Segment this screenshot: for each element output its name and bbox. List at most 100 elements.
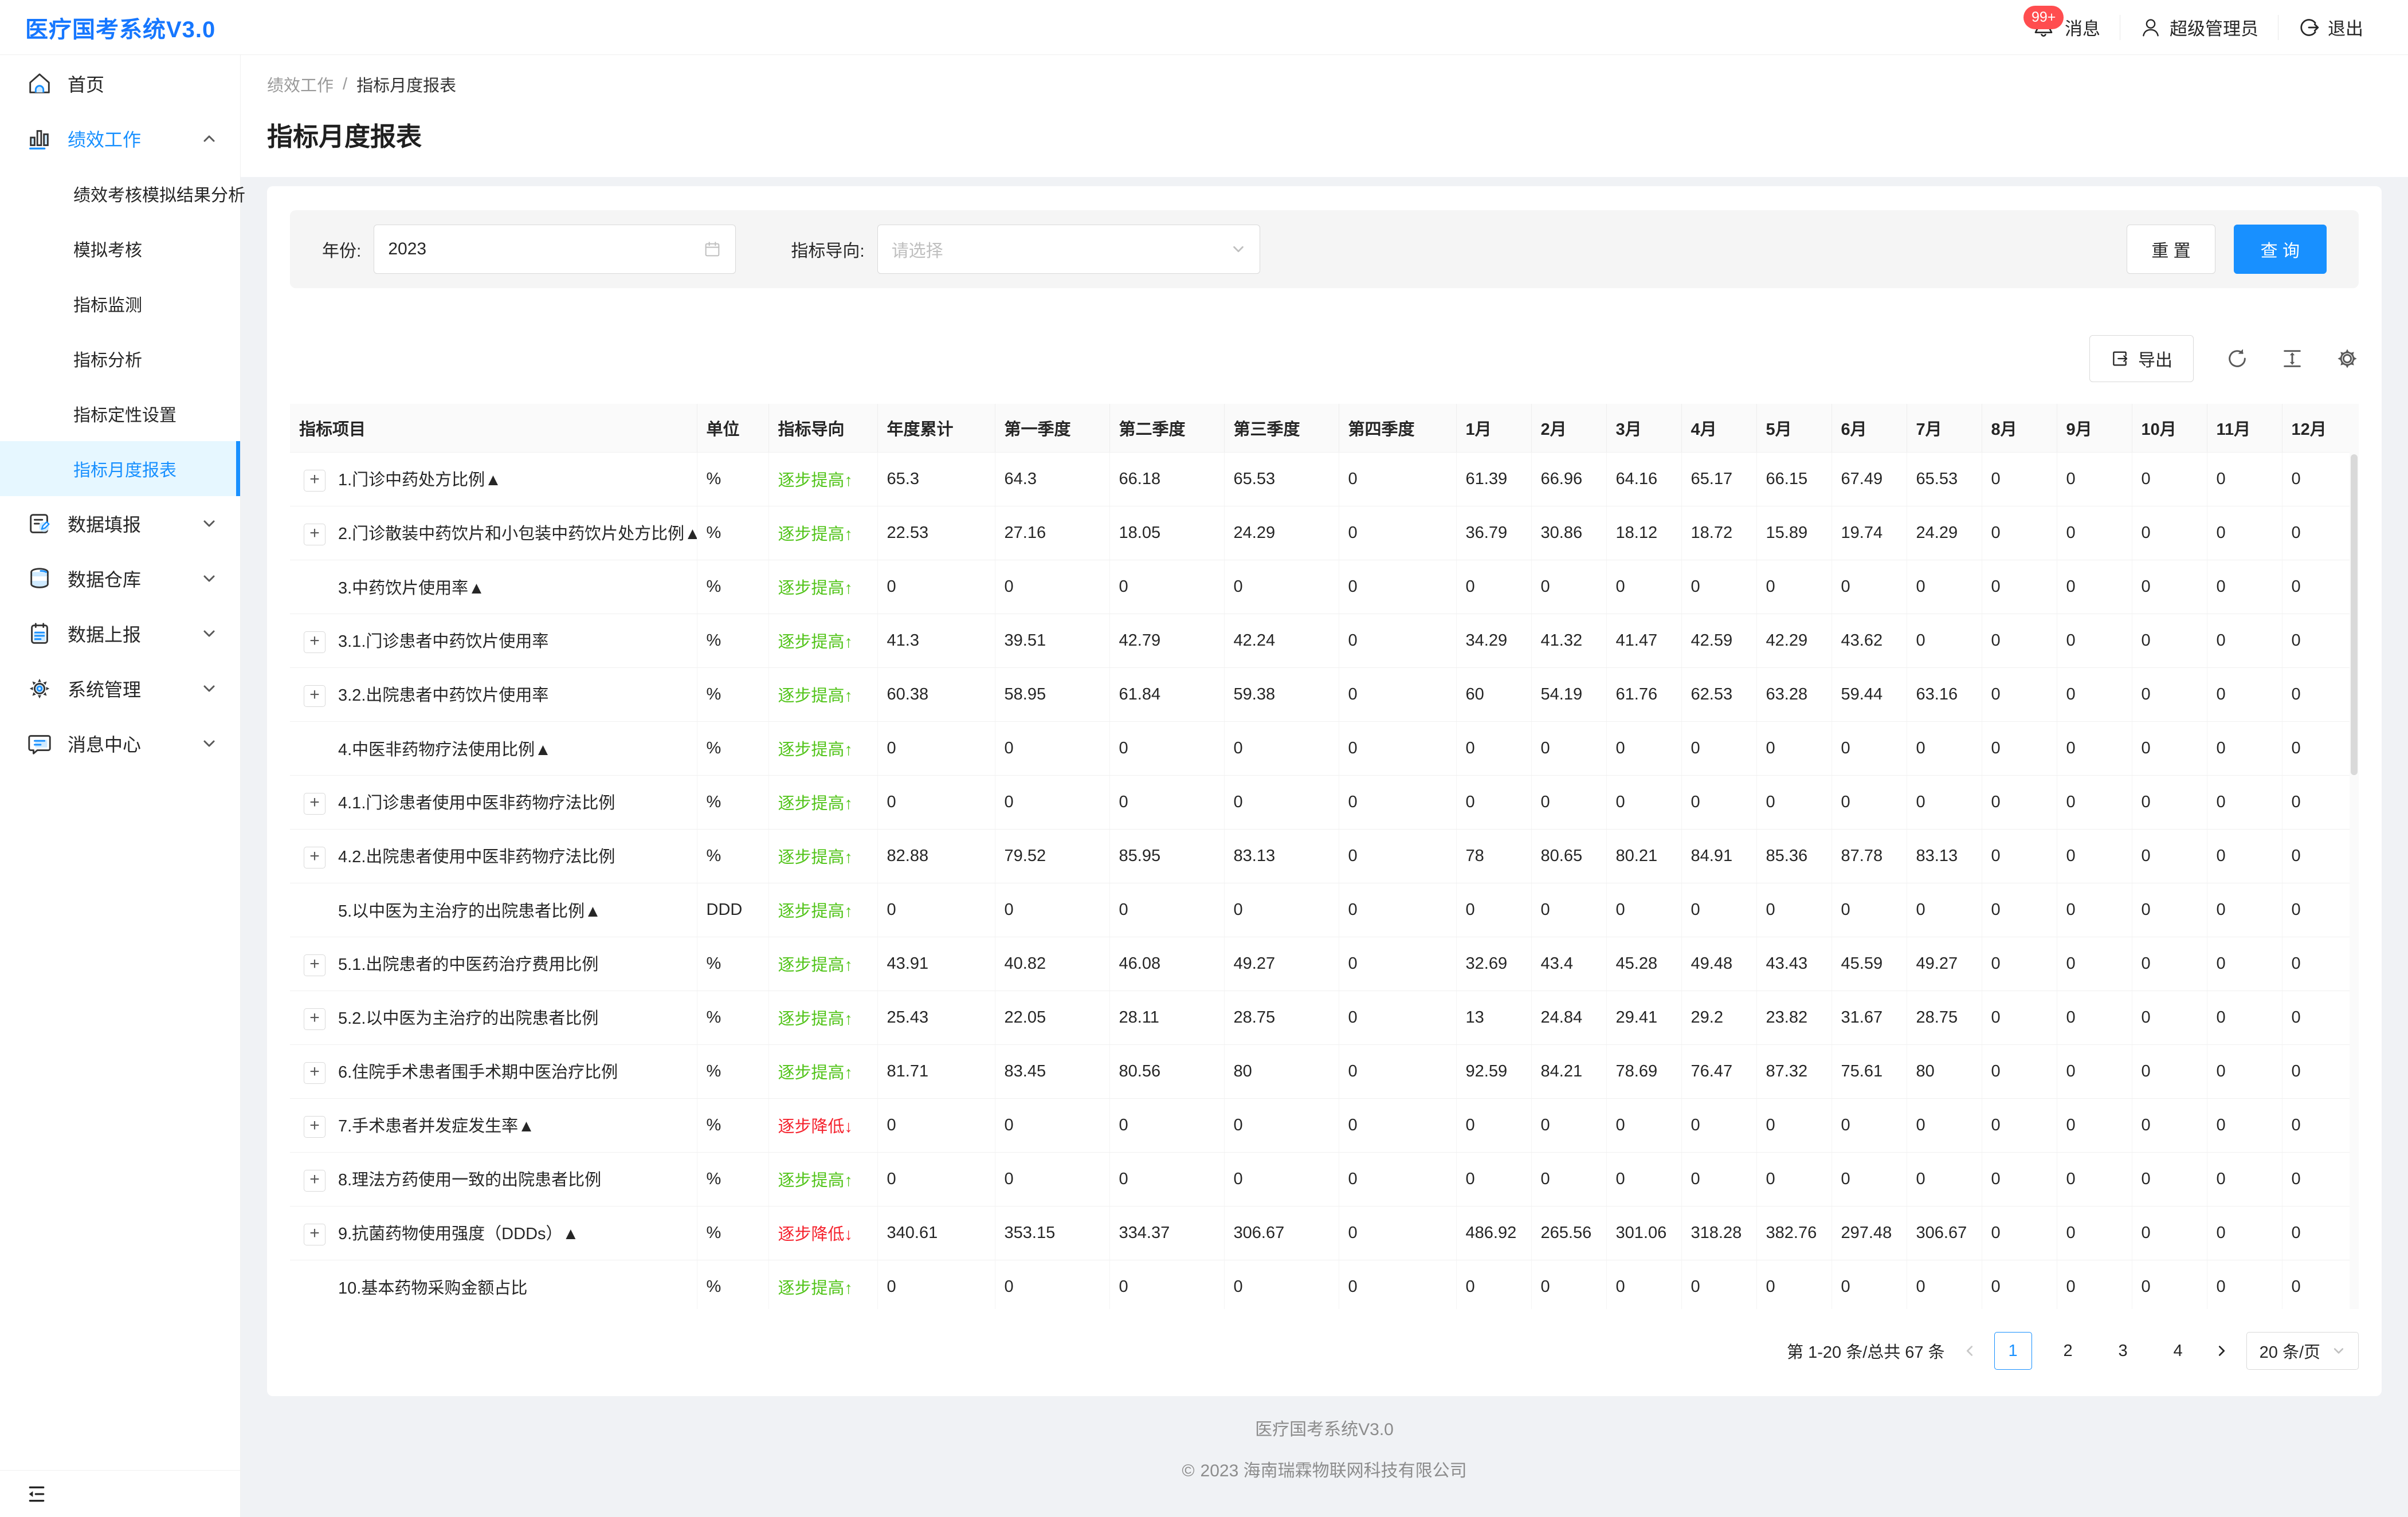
value-cell: 0: [2132, 991, 2207, 1044]
refresh-icon[interactable]: [2226, 347, 2249, 370]
indicator-name: 10.基本药物采购金额占比: [338, 1279, 527, 1298]
value-cell: 0: [1339, 721, 1456, 775]
value-cell: 39.51: [995, 614, 1109, 667]
value-cell: 0: [1982, 1260, 2057, 1309]
value-cell: 15.89: [1756, 506, 1832, 560]
chevron-down-icon: [2332, 1344, 2346, 1358]
value-cell: 0: [1982, 506, 2057, 560]
sidebar-item-sim-assess[interactable]: 模拟考核: [0, 221, 240, 276]
value-cell: 0: [1456, 775, 1531, 829]
expand-row-button[interactable]: +: [304, 954, 325, 976]
indicator-name-cell: +4.1.门诊患者使用中医非药物疗法比例: [290, 775, 697, 829]
page-button-1[interactable]: 1: [1994, 1332, 2032, 1370]
value-cell: 24.84: [1531, 991, 1606, 1044]
menu-fold-icon[interactable]: [25, 1483, 48, 1506]
sidebar-group-data-report[interactable]: 数据上报: [0, 606, 240, 661]
value-cell: 318.28: [1681, 1206, 1756, 1260]
value-cell: 0: [995, 883, 1109, 937]
value-cell: 0: [1339, 1206, 1456, 1260]
export-button[interactable]: 导出: [2089, 335, 2194, 382]
sidebar-group-system[interactable]: 系统管理: [0, 661, 240, 716]
expand-row-button[interactable]: +: [304, 1224, 325, 1245]
sidebar-item-indicator-setting[interactable]: 指标定性设置: [0, 386, 240, 441]
expand-row-button[interactable]: +: [304, 685, 325, 707]
value-cell: 64.3: [995, 452, 1109, 506]
expand-row-button[interactable]: +: [304, 470, 325, 492]
value-cell: 0: [1982, 667, 2057, 721]
sidebar-item-perf-sim-result[interactable]: 绩效考核模拟结果分析: [0, 166, 240, 221]
unit-cell: %: [697, 991, 768, 1044]
value-cell: 0: [2132, 1260, 2207, 1309]
indicator-name: 3.中药饮片使用率▲: [338, 579, 485, 598]
value-cell: 27.16: [995, 506, 1109, 560]
value-cell: 0: [1531, 1260, 1606, 1309]
value-cell: 0: [1832, 721, 1907, 775]
year-input[interactable]: [388, 239, 703, 259]
value-cell: 85.36: [1756, 829, 1832, 883]
sidebar-group-performance[interactable]: 绩效工作: [0, 111, 240, 166]
column-height-icon[interactable]: [2281, 347, 2304, 370]
reset-button[interactable]: 重 置: [2127, 225, 2215, 274]
value-cell: 0: [995, 721, 1109, 775]
sidebar-group-data-fill[interactable]: 数据填报: [0, 496, 240, 551]
direction-select[interactable]: 请选择: [877, 225, 1260, 274]
expand-row-button[interactable]: +: [304, 1116, 325, 1138]
expand-row-button[interactable]: +: [304, 1062, 325, 1084]
value-cell: 82.88: [877, 829, 995, 883]
year-picker[interactable]: [374, 225, 736, 274]
prev-page-button[interactable]: [1962, 1343, 1977, 1358]
value-cell: 0: [2132, 667, 2207, 721]
expand-row-button[interactable]: +: [304, 847, 325, 868]
indicator-name-cell: 3.中药饮片使用率▲: [290, 560, 697, 614]
query-button[interactable]: 查 询: [2234, 225, 2327, 274]
value-cell: 0: [2207, 829, 2282, 883]
sidebar-item-label: 指标监测: [73, 291, 142, 316]
table-scrollbar[interactable]: [2350, 404, 2359, 1309]
sidebar-item-home[interactable]: 首页: [0, 56, 240, 111]
next-page-button[interactable]: [2214, 1343, 2229, 1358]
sidebar-group-label: 绩效工作: [68, 125, 201, 152]
scrollbar-thumb[interactable]: [2351, 454, 2358, 775]
value-cell: 0: [1832, 775, 1907, 829]
value-cell: 76.47: [1681, 1044, 1756, 1098]
value-cell: 0: [1907, 1152, 1982, 1206]
value-cell: 0: [1982, 829, 2057, 883]
page-size-select[interactable]: 20 条/页: [2246, 1332, 2359, 1370]
sidebar-item-label: 模拟考核: [73, 236, 142, 261]
value-cell: 80.21: [1606, 829, 1681, 883]
direction-cell: 逐步降低↓: [768, 1206, 877, 1260]
user-entry[interactable]: 超级管理员: [2120, 14, 2278, 40]
logout-button[interactable]: 退出: [2278, 14, 2383, 40]
indicator-direction: 逐步降低↓: [778, 1225, 853, 1244]
breadcrumb-parent[interactable]: 绩效工作: [267, 72, 334, 96]
value-cell: 0: [1907, 1098, 1982, 1152]
report-card: 年份: 指标导向: 请选择 重 置 查 询: [267, 186, 2382, 1396]
indicator-direction: 逐步提高↑: [778, 848, 853, 867]
value-cell: 0: [1756, 1098, 1832, 1152]
value-cell: 0: [2132, 775, 2207, 829]
settings-icon[interactable]: [2336, 347, 2359, 370]
value-cell: 301.06: [1606, 1206, 1681, 1260]
page-button-2[interactable]: 2: [2049, 1332, 2087, 1370]
sidebar-item-indicator-analysis[interactable]: 指标分析: [0, 331, 240, 386]
messages-entry[interactable]: 99+ 消息: [2012, 14, 2120, 40]
value-cell: 0: [1681, 721, 1756, 775]
expand-row-button[interactable]: +: [304, 793, 325, 815]
page-button-4[interactable]: 4: [2159, 1332, 2197, 1370]
sidebar-item-indicator-monitor[interactable]: 指标监测: [0, 276, 240, 331]
expand-row-button[interactable]: +: [304, 1170, 325, 1192]
indicator-direction: 逐步提高↑: [778, 1279, 853, 1298]
sidebar-group-data-warehouse[interactable]: 数据仓库: [0, 551, 240, 606]
unit-cell: %: [697, 829, 768, 883]
sidebar-group-message-center[interactable]: 消息中心: [0, 716, 240, 771]
value-cell: 41.47: [1606, 614, 1681, 667]
direction-cell: 逐步提高↑: [768, 452, 877, 506]
expand-row-button[interactable]: +: [304, 631, 325, 653]
expand-row-button[interactable]: +: [304, 1008, 325, 1030]
page-button-3[interactable]: 3: [2104, 1332, 2142, 1370]
sidebar-item-monthly-report[interactable]: 指标月度报表: [0, 441, 240, 496]
value-cell: 0: [1339, 506, 1456, 560]
value-cell: 34.29: [1456, 614, 1531, 667]
value-cell: 29.2: [1681, 991, 1756, 1044]
expand-row-button[interactable]: +: [304, 524, 325, 545]
